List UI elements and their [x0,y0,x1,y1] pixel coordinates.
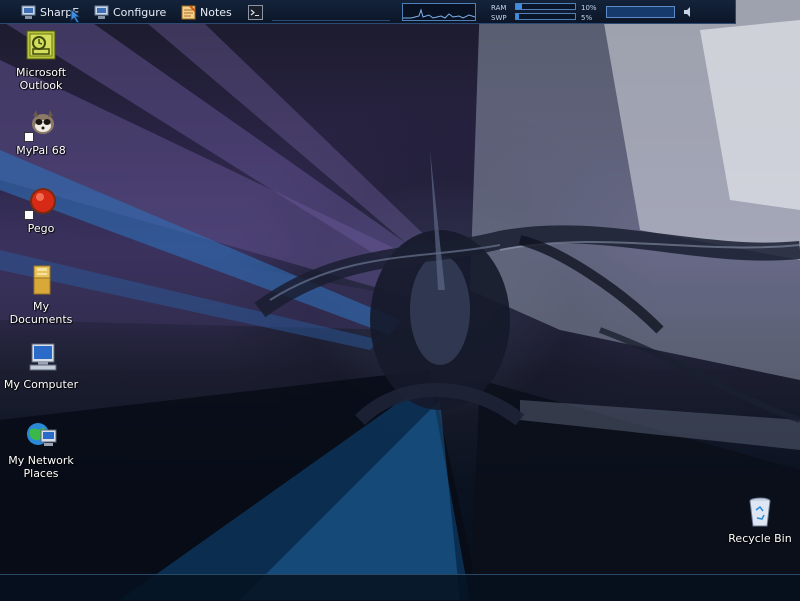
desktop-icon-label: MyPal 68 [16,144,66,157]
speaker-icon[interactable] [683,6,693,18]
desktop-wallpaper [0,0,800,600]
monitor-icon [94,5,109,19]
desktop-icon-label: Recycle Bin [728,532,792,545]
taskbar-task-area[interactable] [272,4,390,21]
mouse-cursor-icon [70,8,82,24]
computer-icon [24,342,58,376]
folder-icon [24,264,58,298]
desktop-icon-my-network-places[interactable]: My Network Places [0,418,82,480]
network-icon [24,418,58,452]
desktop-icon-pego[interactable]: Pego [0,186,82,235]
swp-meter [515,13,576,20]
desktop-icon-label: Pego [27,222,55,235]
swp-percent: 5% [581,14,593,22]
outlook-icon [24,30,58,64]
swp-label: SWP [491,14,507,22]
panel-bar-button[interactable] [606,6,675,18]
desktop-icon-label: My Network Places [8,454,74,480]
pego-icon [24,186,58,220]
shortcut-arrow-icon [24,210,34,220]
desktop-icon-mypal-68[interactable]: MyPal 68 [0,108,82,157]
desktop-icon-my-documents[interactable]: My Documents [0,264,82,326]
taskbar-item-label: Configure [113,5,167,19]
taskbar-item-notes[interactable]: Notes [181,0,232,24]
ram-meter-fill [516,4,522,9]
desktop-icon-microsoft-outlook[interactable]: Microsoft Outlook [0,30,82,92]
wallpaper-art [0,0,800,600]
monitor-icon [21,5,36,19]
notes-icon [181,4,196,19]
desktop-icon-label: My Computer [3,378,79,391]
recycle-bin-icon [743,496,777,530]
cpu-graph [402,3,476,21]
top-panel: SharpE Configure Notes RAM 10% SWP 5% [0,0,736,24]
ram-percent: 10% [581,4,597,12]
taskbar-item-terminal[interactable] [248,0,267,24]
shortcut-arrow-icon [24,132,34,142]
desktop-icon-label: My Documents [9,300,73,326]
desktop-icon-my-computer[interactable]: My Computer [0,342,82,391]
desktop-icon-recycle-bin[interactable]: Recycle Bin [719,496,800,545]
swp-meter-fill [516,14,519,19]
ram-meter [515,3,576,10]
bottom-panel[interactable] [0,574,800,601]
desktop-icon-label: Microsoft Outlook [15,66,67,92]
mypal-icon [24,108,58,142]
taskbar-item-configure[interactable]: Configure [94,0,166,24]
terminal-icon [248,4,263,20]
taskbar-item-label: Notes [200,5,232,19]
ram-label: RAM [491,4,507,12]
